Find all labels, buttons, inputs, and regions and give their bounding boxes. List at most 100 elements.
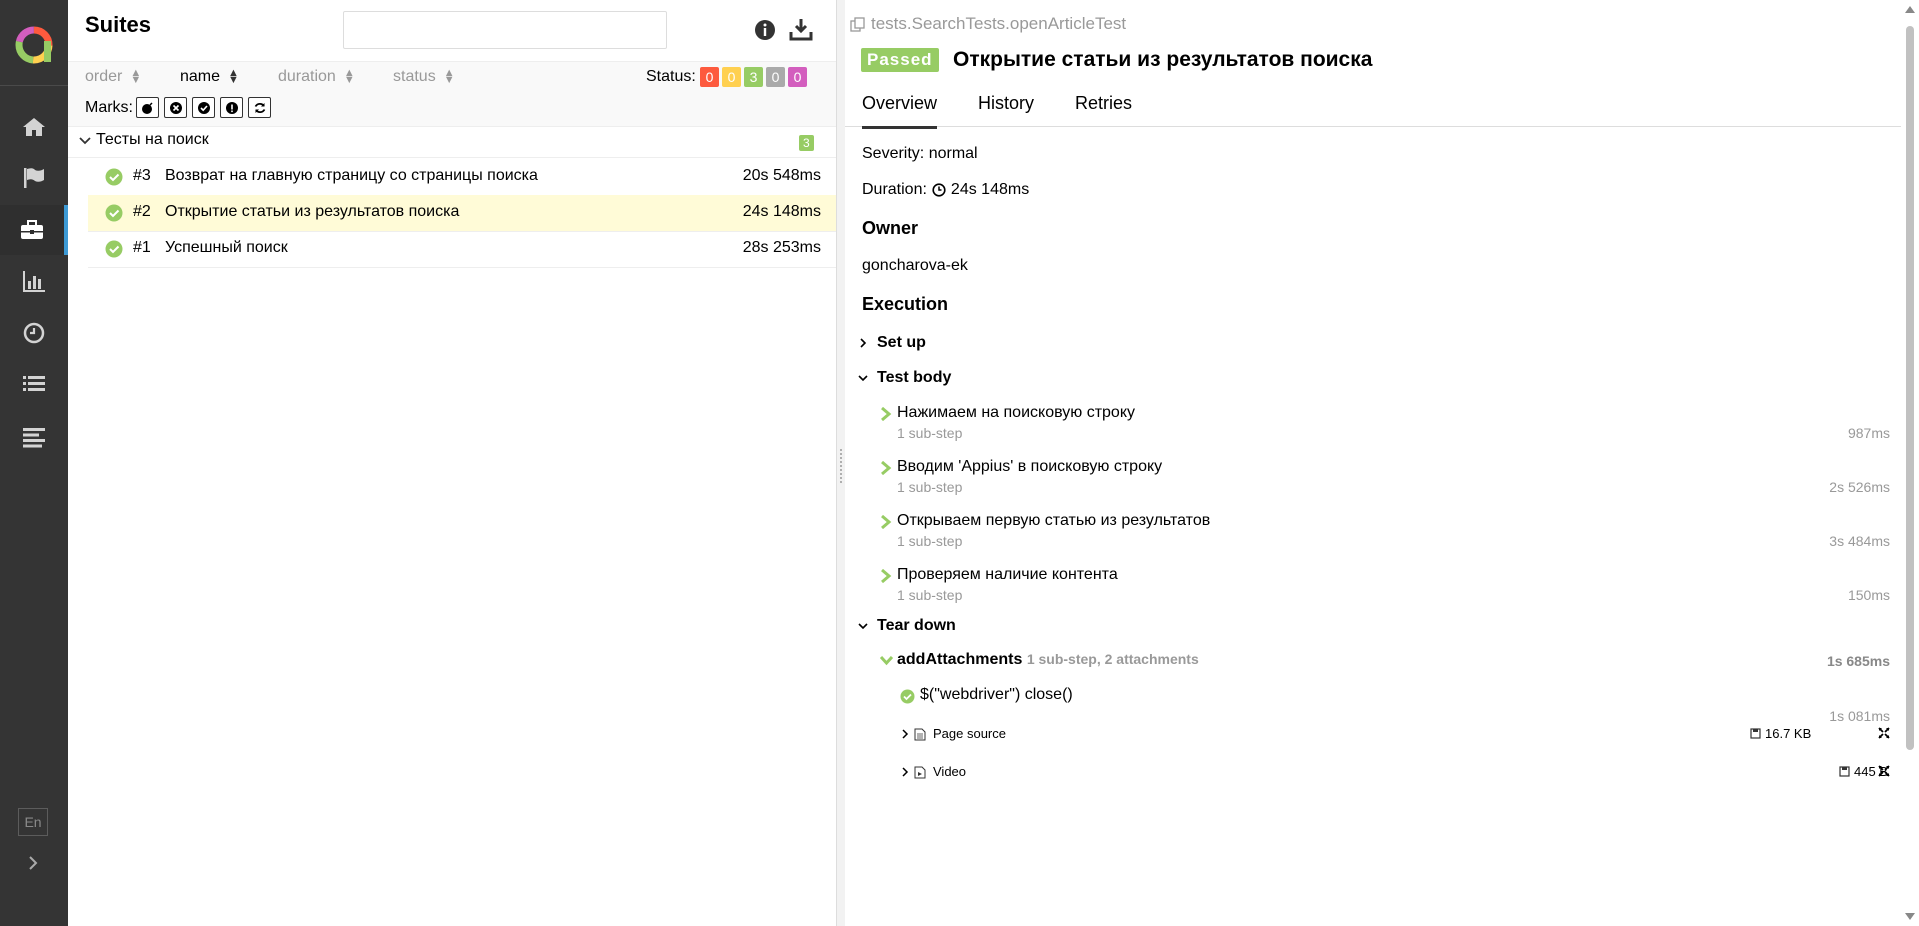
tab-overview[interactable]: Overview	[862, 93, 938, 129]
status-count-badge[interactable]: 0	[766, 67, 785, 87]
check-circle-icon	[197, 101, 210, 114]
sort-arrows-icon: ▲ ▼	[130, 67, 142, 86]
drag-handle-icon[interactable]	[839, 448, 843, 484]
side-nav: En	[0, 0, 68, 926]
test-number: #2	[133, 203, 151, 220]
list-icon	[23, 376, 45, 391]
sort-order[interactable]: order ▲ ▼	[85, 68, 141, 86]
test-name: Успешный поиск	[165, 239, 288, 256]
status-count-badge[interactable]: 0	[700, 67, 719, 87]
nav-behaviors[interactable]	[0, 359, 68, 409]
nav-timeline[interactable]	[0, 308, 68, 358]
expand-icon[interactable]	[1878, 765, 1890, 777]
step-substeps: 1 sub-step	[897, 479, 963, 495]
nav-categories[interactable]	[0, 153, 68, 203]
test-row[interactable]: #3 Возврат на главную страницу со страниц…	[88, 159, 836, 196]
nav-overview[interactable]	[0, 102, 68, 152]
status-count-badge[interactable]: 3	[744, 67, 763, 87]
test-full-name[interactable]: tests.SearchTests.openArticleTest	[850, 14, 1126, 34]
sort-status[interactable]: status ▲ ▼	[393, 68, 455, 86]
check-circle-icon	[105, 168, 123, 186]
attachment-size: 16.7 KB	[1750, 726, 1811, 741]
teardown-section[interactable]: Tear down	[857, 617, 956, 635]
scrollbar-thumb[interactable]	[1906, 26, 1914, 750]
step-title: Нажимаем на поисковую строку	[897, 404, 1135, 421]
scroll-down-icon[interactable]	[1905, 913, 1915, 920]
tab-bar: Overview History Retries	[845, 86, 1901, 129]
flag-icon	[24, 168, 44, 188]
marks-label: Marks:	[85, 99, 133, 116]
test-duration: 20s 548ms	[742, 167, 821, 184]
bar-chart-icon	[23, 271, 45, 292]
mark-new-passed[interactable]	[192, 97, 215, 118]
status-count-badge[interactable]: 0	[788, 67, 807, 87]
file-video-icon	[914, 766, 926, 779]
pane-title: Suites	[85, 12, 152, 37]
execution-step[interactable]: Проверяем наличие контента 1 sub-step 150m…	[880, 566, 1890, 618]
chevron-right-icon	[902, 729, 909, 739]
sort-duration[interactable]: duration ▲ ▼	[278, 68, 355, 86]
scroll-up-icon[interactable]	[1905, 6, 1915, 13]
execution-step[interactable]: Нажимаем на поисковую строку 1 sub-step 98…	[880, 404, 1890, 456]
attachment-page-source[interactable]: Page source 16.7 KB	[900, 724, 1890, 748]
sub-step[interactable]: $("webdriver") close() 1s 081ms	[900, 686, 1890, 724]
test-row[interactable]: #1 Успешный поиск 28s 253ms	[88, 231, 836, 268]
setup-section[interactable]: Set up	[857, 334, 926, 352]
test-duration: 24s 148ms	[742, 203, 821, 220]
mark-retries-status-change[interactable]	[248, 97, 271, 118]
suite-group-name: Тесты на поиск	[96, 131, 209, 148]
nav-packages[interactable]	[0, 412, 68, 462]
chevron-right-icon[interactable]	[22, 852, 44, 874]
mark-flaky[interactable]	[136, 97, 159, 118]
tab-retries[interactable]: Retries	[1075, 93, 1132, 126]
download-icon[interactable]	[788, 16, 814, 42]
test-duration: 28s 253ms	[742, 239, 821, 256]
attachment-name: Page source	[933, 726, 1006, 741]
bomb-icon	[141, 101, 153, 114]
save-icon	[1750, 728, 1761, 739]
suite-group[interactable]: Тесты на поиск 3	[68, 126, 836, 158]
owner-value: goncharova-ek	[862, 257, 968, 274]
step-title: addAttachments	[897, 651, 1023, 668]
language-switcher[interactable]: En	[18, 808, 48, 836]
chevron-right-icon	[881, 461, 892, 475]
execution-step[interactable]: Открываем первую статью из результатов 1 …	[880, 512, 1890, 564]
test-body-section[interactable]: Test body	[857, 369, 951, 387]
sort-arrows-icon: ▲ ▼	[443, 67, 455, 86]
copy-icon[interactable]	[850, 16, 865, 32]
step-duration: 1s 685ms	[1826, 653, 1890, 669]
check-circle-icon	[900, 689, 915, 704]
allure-logo[interactable]	[14, 25, 54, 65]
expand-icon[interactable]	[1878, 727, 1890, 739]
check-circle-icon	[105, 240, 123, 258]
nav-separator	[0, 85, 68, 86]
status-filter: 00300	[700, 67, 807, 87]
file-text-icon	[914, 728, 926, 741]
chevron-right-icon	[881, 515, 892, 529]
tab-history[interactable]: History	[978, 93, 1034, 126]
add-attachments-step[interactable]: addAttachments 1 sub-step, 2 attachments…	[880, 651, 1890, 673]
status-count-badge[interactable]: 0	[722, 67, 741, 87]
nav-suites[interactable]	[0, 205, 68, 255]
chevron-right-icon	[902, 767, 909, 777]
sort-arrows-icon: ▲ ▼	[228, 67, 239, 86]
mark-new-failed[interactable]	[164, 97, 187, 118]
test-number: #1	[133, 239, 151, 256]
scrollbar[interactable]	[1901, 0, 1919, 926]
align-left-icon	[23, 428, 45, 448]
owner-heading: Owner	[862, 218, 919, 238]
execution-step[interactable]: Вводим 'Appius' в поисковую строку 1 sub-…	[880, 458, 1890, 510]
search-input[interactable]	[343, 11, 667, 49]
test-name: Возврат на главную страницу со страницы …	[165, 167, 538, 184]
sort-name[interactable]: name ▲ ▼	[180, 68, 239, 86]
refresh-icon	[254, 102, 265, 113]
test-row[interactable]: #2 Открытие статьи из результатов поиска 2…	[88, 195, 836, 232]
mark-new-broken[interactable]	[220, 97, 243, 118]
step-meta: 1 sub-step, 2 attachments	[1026, 651, 1199, 667]
info-icon[interactable]	[753, 18, 777, 42]
severity: Severity: normal	[862, 145, 978, 162]
chevron-down-icon	[880, 655, 893, 666]
chevron-down-icon	[79, 137, 91, 145]
attachment-video[interactable]: Video 445 B	[900, 762, 1890, 786]
nav-graphs[interactable]	[0, 256, 68, 306]
